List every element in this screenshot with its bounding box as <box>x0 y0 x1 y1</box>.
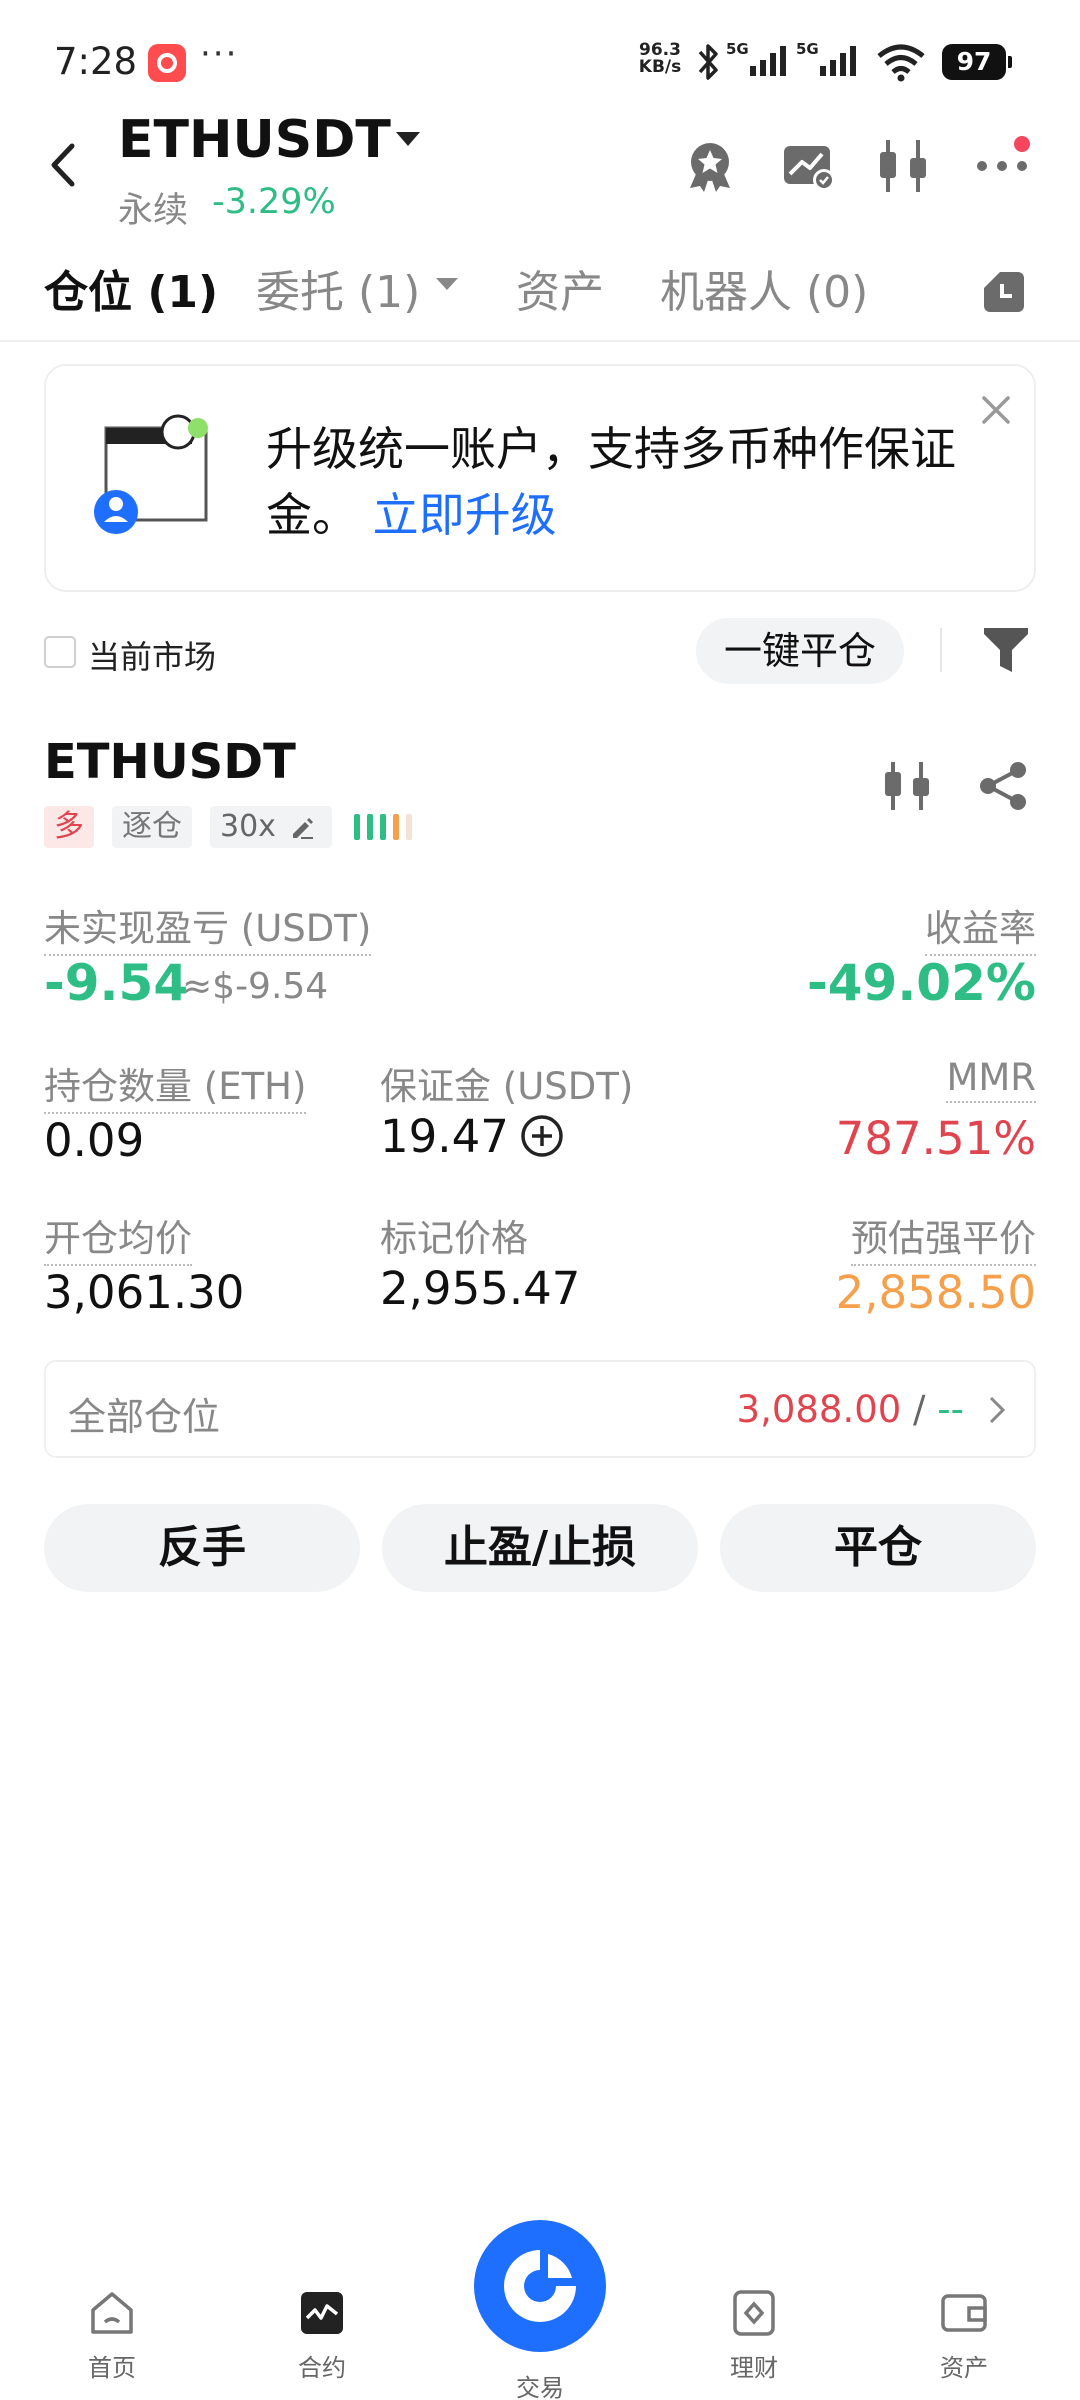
position-candlestick-icon[interactable] <box>880 758 936 814</box>
side-badge: 多 <box>44 806 94 848</box>
nav-assets[interactable]: 资产 <box>904 2288 1024 2383</box>
trade-icon <box>504 2250 576 2322</box>
filter-divider <box>940 628 942 672</box>
nav-earn-label: 理财 <box>730 2354 778 2382</box>
account-upgrade-illustration-icon <box>94 414 208 534</box>
all-positions-extra: -- <box>937 1388 964 1431</box>
leverage-badge[interactable]: 30x <box>210 806 332 848</box>
all-positions-amount: 3,088.00 <box>736 1388 902 1431</box>
net-speed-unit: KB/s <box>638 57 682 77</box>
battery-indicator: 97 <box>942 44 1012 80</box>
mmr-label[interactable]: MMR <box>946 1056 1036 1103</box>
orders-dropdown-caret-icon[interactable] <box>434 276 460 292</box>
nav-home[interactable]: 首页 <box>52 2288 172 2383</box>
reverse-button[interactable]: 反手 <box>44 1504 360 1592</box>
status-time: 7:28 <box>54 40 138 83</box>
size-value: 0.09 <box>44 1114 145 1167</box>
tab-orders[interactable]: 委托 (1) <box>256 256 420 320</box>
edit-icon <box>293 818 314 839</box>
notification-app-icon <box>148 44 186 82</box>
wallet-icon <box>941 2294 987 2332</box>
size-label[interactable]: 持仓数量 (ETH) <box>44 1056 307 1114</box>
price-change: -3.29% <box>212 182 336 222</box>
bottom-nav: 首页 合约 交易 理财 资产 <box>0 2220 1080 2400</box>
banner-message: 升级统一账户，支持多币种作保证金。 立即升级 <box>266 416 956 548</box>
award-icon[interactable] <box>680 136 740 196</box>
tpsl-button[interactable]: 止盈/止损 <box>382 1504 698 1592</box>
tabs-divider <box>0 340 1080 342</box>
roe-value: -49.02% <box>806 954 1036 1012</box>
close-all-button[interactable]: 一键平仓 <box>696 618 904 684</box>
current-market-label[interactable]: 当前市场 <box>88 632 216 678</box>
add-margin-icon[interactable] <box>520 1114 564 1158</box>
risk-level-bars <box>354 814 412 840</box>
roe-label[interactable]: 收益率 <box>925 898 1036 956</box>
unrealized-pnl-value: -9.54 <box>44 954 189 1012</box>
all-positions-separator: / <box>901 1388 938 1431</box>
upgrade-account-banner[interactable]: 升级统一账户，支持多币种作保证金。 立即升级 <box>44 364 1036 592</box>
nav-home-label: 首页 <box>88 2354 136 2382</box>
tab-bots[interactable]: 机器人 (0) <box>660 256 868 320</box>
nav-assets-label: 资产 <box>940 2354 988 2382</box>
home-icon <box>91 2292 133 2334</box>
signal-1-label: 5G <box>726 40 749 58</box>
order-history-icon[interactable] <box>980 268 1028 316</box>
tab-assets[interactable]: 资产 <box>516 256 604 320</box>
page-title-symbol[interactable]: ETHUSDT <box>118 110 391 170</box>
earn-icon <box>733 2290 775 2336</box>
unrealized-pnl-label[interactable]: 未实现盈亏 (USDT) <box>44 898 372 956</box>
current-market-checkbox[interactable] <box>44 636 76 668</box>
trade-button[interactable] <box>474 2220 606 2352</box>
entry-price-value: 3,061.30 <box>44 1266 245 1319</box>
margin-label: 保证金 (USDT) <box>380 1065 634 1108</box>
upgrade-now-link[interactable]: 立即升级 <box>373 488 557 542</box>
status-more: ··· <box>200 34 239 74</box>
liq-price-label[interactable]: 预估强平价 <box>851 1208 1036 1266</box>
status-bar: 7:28 ··· 96.3 KB/s 5G 5G 97 <box>0 0 1080 120</box>
close-position-button[interactable]: 平仓 <box>720 1504 1036 1592</box>
mark-price-label: 标记价格 <box>380 1217 528 1260</box>
unrealized-pnl-usd: ≈$-9.54 <box>182 966 329 1007</box>
share-icon[interactable] <box>976 758 1032 814</box>
candlestick-icon[interactable] <box>874 136 934 196</box>
mark-price-value: 2,955.47 <box>380 1262 581 1315</box>
tab-positions[interactable]: 仓位 (1) <box>44 256 218 320</box>
signal-icon: 5G <box>726 40 786 76</box>
bluetooth-icon <box>698 44 718 80</box>
nav-trade[interactable]: 交易 <box>472 2220 608 2400</box>
position-tabs: 仓位 (1) 委托 (1) 资产 机器人 (0) <box>0 256 1080 336</box>
nav-futures-label: 合约 <box>298 2354 346 2382</box>
chart-trend-icon[interactable] <box>778 136 838 196</box>
position-symbol[interactable]: ETHUSDT <box>44 734 296 790</box>
back-arrow-icon[interactable] <box>44 140 84 190</box>
leverage-value: 30x <box>220 809 276 844</box>
liq-price-value: 2,858.50 <box>835 1266 1036 1319</box>
nav-earn[interactable]: 理财 <box>694 2288 814 2383</box>
wifi-icon <box>877 44 925 82</box>
all-positions-row[interactable]: 全部仓位 3,088.00 / -- <box>44 1360 1036 1458</box>
symbol-dropdown-caret-icon[interactable] <box>394 130 422 148</box>
margin-mode-badge[interactable]: 逐仓 <box>112 806 192 848</box>
margin-value: 19.47 <box>380 1110 509 1163</box>
signal-2-label: 5G <box>796 40 819 58</box>
net-speed: 96.3 KB/s <box>634 42 686 76</box>
close-icon[interactable] <box>976 390 1016 430</box>
entry-price-label[interactable]: 开仓均价 <box>44 1208 192 1266</box>
futures-icon <box>301 2292 343 2334</box>
nav-trade-label: 交易 <box>516 2374 564 2400</box>
nav-futures[interactable]: 合约 <box>262 2288 382 2383</box>
all-positions-label: 全部仓位 <box>68 1395 221 1439</box>
banner-text: 升级统一账户，支持多币种作保证金。 <box>266 422 956 542</box>
filter-icon[interactable] <box>980 622 1032 678</box>
chevron-right-icon <box>989 1396 1006 1424</box>
contract-type: 永续 <box>118 191 189 231</box>
signal-icon-2: 5G <box>796 40 856 76</box>
all-positions-value: 3,088.00 / -- <box>737 1388 964 1431</box>
notification-dot <box>1014 136 1030 152</box>
mmr-value: 787.51% <box>835 1112 1036 1165</box>
